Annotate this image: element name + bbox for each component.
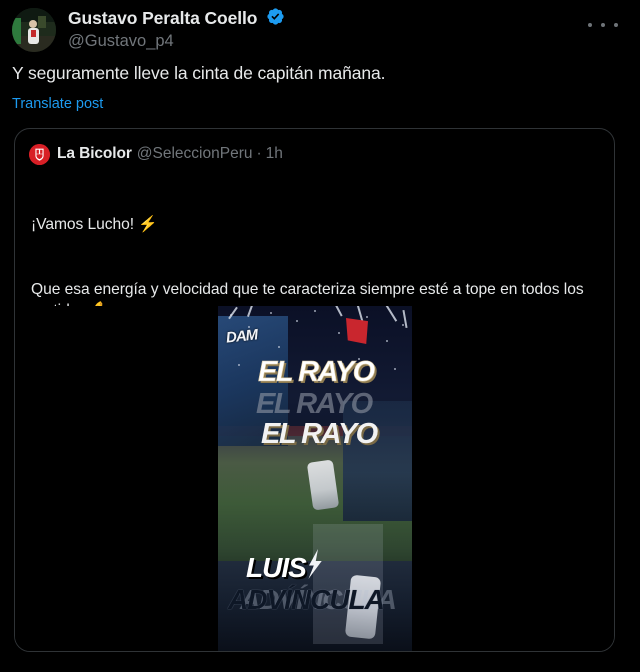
video-overlay-title-3: EL RAYO bbox=[261, 418, 378, 450]
quoted-post-card[interactable]: La Bicolor @SeleccionPeru · 1h ¡Vamos Lu… bbox=[14, 128, 615, 652]
more-horizontal-icon[interactable] bbox=[588, 16, 618, 34]
dot bbox=[588, 23, 592, 27]
quoted-display-name: La Bicolor bbox=[57, 145, 132, 162]
video-player-first-name: LUIS bbox=[246, 552, 307, 583]
dot bbox=[614, 23, 618, 27]
user-avatar-photo bbox=[12, 8, 56, 52]
peru-crest-logo[interactable] bbox=[29, 143, 50, 165]
video-overlay-title-2: EL RAYO bbox=[256, 388, 373, 420]
quoted-post-header[interactable]: La Bicolor @SeleccionPeru · 1h bbox=[29, 143, 283, 165]
video-frame[interactable]: DAM EL RAYO EL RAYO EL RAYO LUIS ADVÍNCU… bbox=[218, 306, 412, 651]
avatar[interactable] bbox=[12, 8, 56, 52]
tweet-header: Gustavo Peralta Coello @Gustavo_p4 bbox=[12, 6, 628, 56]
quoted-timestamp: 1h bbox=[265, 145, 283, 162]
video-overlay-title-1: EL RAYO bbox=[258, 356, 376, 389]
video-team-badge-icon bbox=[346, 318, 368, 344]
separator-dot: · bbox=[256, 145, 262, 162]
tweet-body-text: Y seguramente lleve la cinta de capitán … bbox=[12, 63, 386, 83]
translate-post-link[interactable]: Translate post bbox=[12, 95, 103, 114]
author-handle[interactable]: @Gustavo_p4 bbox=[68, 31, 285, 52]
author-name-block[interactable]: Gustavo Peralta Coello @Gustavo_p4 bbox=[68, 6, 285, 52]
quoted-text-line-1: ¡Vamos Lucho! ⚡ bbox=[31, 216, 158, 233]
dot bbox=[601, 23, 605, 27]
verified-badge-icon bbox=[266, 7, 285, 31]
quoted-handle: @SeleccionPeru bbox=[136, 145, 253, 162]
video-container[interactable]: DAM EL RAYO EL RAYO EL RAYO LUIS ADVÍNCU… bbox=[15, 306, 614, 651]
display-name: Gustavo Peralta Coello bbox=[68, 8, 258, 28]
tweet-root: Gustavo Peralta Coello @Gustavo_p4 Y seg… bbox=[0, 0, 640, 672]
video-brand-tag: DAM bbox=[225, 326, 258, 347]
video-player-last-name: ADVÍNCULA bbox=[228, 584, 385, 615]
